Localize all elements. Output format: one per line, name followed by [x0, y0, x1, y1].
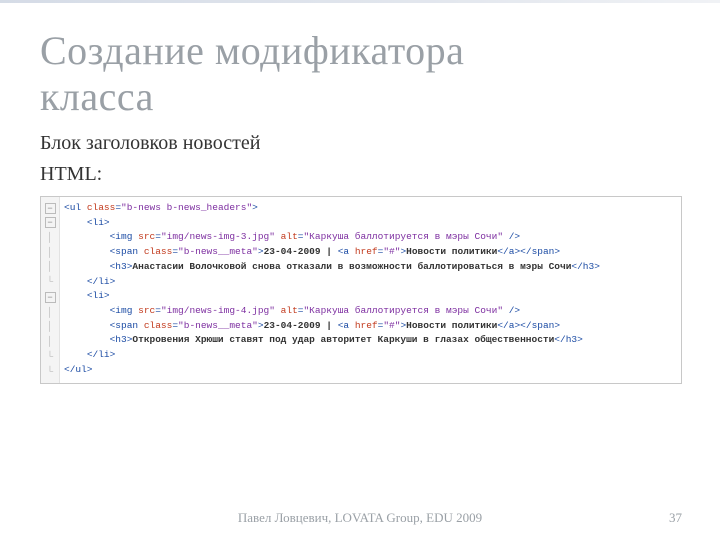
code-token: </span>	[520, 320, 560, 331]
code-token: <span	[110, 246, 144, 257]
body-text: Блок заголовков новостей HTML:	[40, 130, 680, 188]
code-token: "img/news-img-3.jpg"	[161, 231, 275, 242]
code-token: class	[144, 320, 173, 331]
subtitle: Блок заголовков новостей	[40, 130, 680, 157]
fold-corner: └	[41, 365, 59, 380]
fold-corner: └	[41, 350, 59, 365]
code-token: "#"	[383, 246, 400, 257]
fold-bar: │	[41, 320, 59, 335]
code-token: Новости политики	[406, 246, 497, 257]
fold-icon[interactable]: −	[45, 292, 56, 303]
fold-icon[interactable]: −	[45, 203, 56, 214]
code-token: "#"	[383, 320, 400, 331]
code-token: class	[144, 246, 173, 257]
code-token: </li>	[87, 349, 116, 360]
fold-gutter: − − │ │ │ └ − │ │ │ └ └	[41, 197, 60, 383]
fold-bar: │	[41, 246, 59, 261]
fold-bar: │	[41, 306, 59, 321]
code-token: <li>	[87, 217, 110, 228]
code-content: <ul class="b-news b-news_headers"> <li> …	[60, 197, 606, 383]
slide-title: Создание модификатора класса	[40, 28, 680, 120]
code-token: "img/news-img-4.jpg"	[161, 305, 275, 316]
page-number: 37	[669, 510, 682, 526]
code-token: <span	[110, 320, 144, 331]
code-token: </h3>	[554, 334, 583, 345]
accent-bar	[0, 0, 720, 3]
code-token: </span>	[520, 246, 560, 257]
code-token: <a	[332, 320, 355, 331]
code-token: >	[252, 202, 258, 213]
code-token: class	[87, 202, 116, 213]
title-line-2: класса	[40, 74, 154, 119]
code-token: />	[503, 305, 520, 316]
code-token: />	[503, 231, 520, 242]
fold-bar: │	[41, 260, 59, 275]
fold-bar: │	[41, 335, 59, 350]
code-token: href	[355, 320, 378, 331]
code-token: </a>	[497, 320, 520, 331]
code-token: "b-news__meta"	[178, 320, 258, 331]
code-token: "b-news b-news_headers"	[121, 202, 252, 213]
code-token: 23-04-2009	[264, 320, 327, 331]
code-token: alt	[281, 231, 298, 242]
code-token: Откровения Хрюши ставят под удар авторит…	[132, 334, 554, 345]
code-token: <img	[110, 231, 139, 242]
code-token: <ul	[64, 202, 87, 213]
code-token: 23-04-2009	[264, 246, 327, 257]
code-token: </ul>	[64, 364, 93, 375]
code-token: alt	[281, 305, 298, 316]
html-label: HTML:	[40, 161, 680, 188]
code-token: Анастасии Волочковой снова отказали в во…	[132, 261, 571, 272]
code-token: href	[355, 246, 378, 257]
code-token: </a>	[497, 246, 520, 257]
code-token: <li>	[87, 290, 110, 301]
code-token: <img	[110, 305, 139, 316]
code-token: "Каркуша баллотируется в мэры Сочи"	[303, 231, 503, 242]
code-token: src	[138, 305, 155, 316]
code-token: <h3>	[110, 334, 133, 345]
footer: Павел Ловцевич, LOVATA Group, EDU 2009	[0, 510, 720, 526]
fold-bar: │	[41, 231, 59, 246]
fold-corner: └	[41, 275, 59, 290]
fold-icon[interactable]: −	[45, 217, 56, 228]
title-line-1: Создание модификатора	[40, 28, 464, 73]
code-box: − − │ │ │ └ − │ │ │ └ └ <ul class="b-new…	[40, 196, 682, 384]
code-token: "b-news__meta"	[178, 246, 258, 257]
code-token: </h3>	[571, 261, 600, 272]
code-token: "Каркуша баллотируется в мэры Сочи"	[303, 305, 503, 316]
code-token: src	[138, 231, 155, 242]
slide: Создание модификатора класса Блок заголо…	[0, 0, 720, 540]
code-token: <h3>	[110, 261, 133, 272]
code-token: <a	[332, 246, 355, 257]
code-token: </li>	[87, 276, 116, 287]
code-token: Новости политики	[406, 320, 497, 331]
